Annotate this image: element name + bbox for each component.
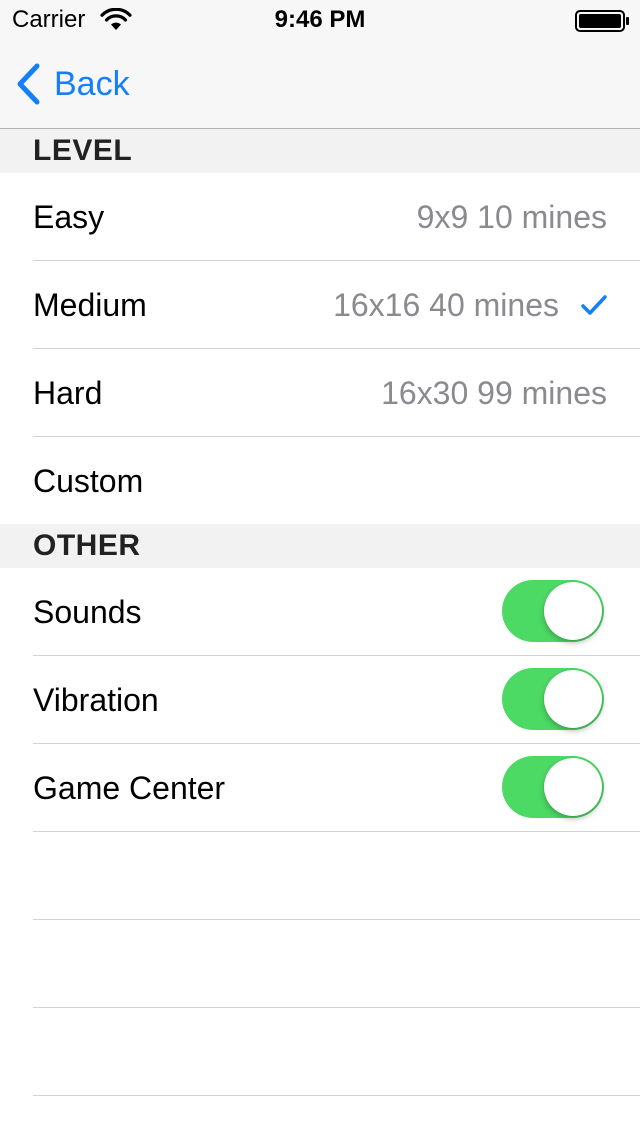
other-row-game-center: Game Center (0, 744, 640, 832)
status-time: 9:46 PM (274, 6, 366, 33)
level-detail: 16x30 99 mines (381, 375, 607, 411)
checkmark-icon (581, 295, 607, 315)
navigation-bar: Back (0, 40, 640, 129)
other-row-vibration: Vibration (0, 656, 640, 744)
level-detail: 16x16 40 mines (333, 287, 559, 323)
level-section-title: LEVEL (33, 134, 133, 167)
battery-full-icon (575, 10, 629, 32)
row-separator (33, 831, 640, 832)
empty-row-separator (33, 1007, 640, 1008)
other-section-title: OTHER (33, 529, 141, 562)
level-row-hard[interactable]: Hard 16x30 99 mines (0, 349, 640, 437)
level-label: Custom (33, 463, 144, 499)
sounds-toggle[interactable] (502, 580, 604, 642)
back-button[interactable]: Back (14, 60, 130, 108)
setting-label: Game Center (33, 770, 226, 806)
toggle-knob (544, 582, 602, 640)
level-detail: 9x9 10 mines (416, 199, 607, 235)
empty-row-separator (33, 919, 640, 920)
level-row-custom[interactable]: Custom (0, 437, 640, 525)
toggle-knob (544, 670, 602, 728)
level-row-easy[interactable]: Easy 9x9 10 mines (0, 173, 640, 261)
other-row-sounds: Sounds (0, 568, 640, 656)
level-row-medium[interactable]: Medium 16x16 40 mines (0, 261, 640, 349)
settings-screen: Carrier 9:46 PM Back LEVEL Easy 9x9 10 m… (0, 0, 640, 1136)
level-section-header: LEVEL (0, 129, 640, 173)
level-label: Medium (33, 287, 147, 323)
toggle-knob (544, 758, 602, 816)
empty-row-separator (33, 1095, 640, 1096)
setting-label: Sounds (33, 594, 142, 630)
level-label: Hard (33, 375, 103, 411)
back-label: Back (54, 65, 130, 103)
setting-label: Vibration (33, 682, 159, 718)
level-label: Easy (33, 199, 105, 235)
chevron-left-icon (17, 63, 40, 105)
vibration-toggle[interactable] (502, 668, 604, 730)
other-section-header: OTHER (0, 524, 640, 568)
status-bar: Carrier 9:46 PM (0, 0, 640, 40)
game-center-toggle[interactable] (502, 756, 604, 818)
